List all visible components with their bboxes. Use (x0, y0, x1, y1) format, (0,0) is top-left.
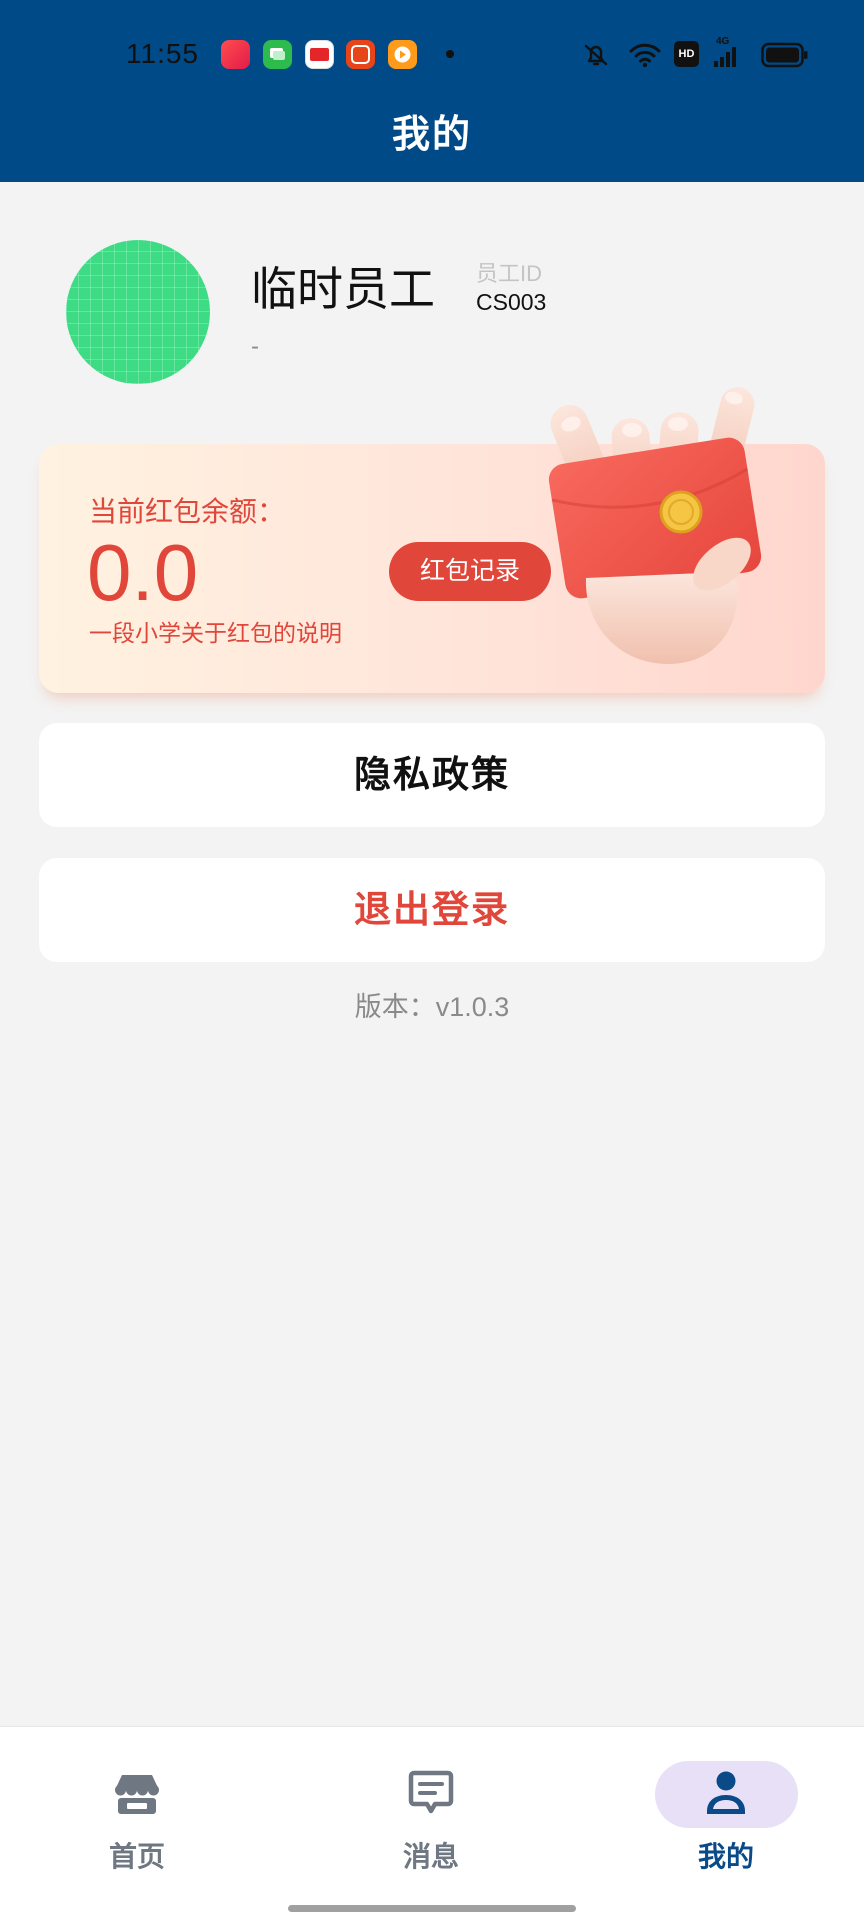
employee-id-value: CS003 (476, 289, 547, 315)
news-app-icon (305, 40, 334, 69)
nav-home-label[interactable]: 首页 (57, 1838, 217, 1876)
red-packet-balance-label: 当前红包余额： (89, 496, 286, 527)
signal-icon (714, 47, 736, 67)
person-icon[interactable] (698, 1765, 754, 1821)
nav-profile-label[interactable]: 我的 (646, 1838, 806, 1876)
battery-icon (761, 42, 808, 68)
shopping-app-icon (221, 40, 250, 69)
home-indicator[interactable] (288, 1905, 576, 1912)
hand-holding-red-packet-illustration (548, 387, 762, 664)
hd-icon: HD (674, 41, 699, 67)
store-icon[interactable] (109, 1765, 165, 1821)
page-title: 我的 (391, 114, 472, 156)
video-app-icon (388, 40, 417, 69)
status-time: 11:55 (126, 38, 199, 69)
red-packet-records-button[interactable]: 红包记录 (389, 542, 551, 601)
logout-button[interactable]: 退出登录 (39, 858, 825, 962)
wifi-icon (629, 43, 661, 68)
version-text: 版本：v1.0.3 (354, 992, 510, 1022)
privacy-policy-button[interactable]: 隐私政策 (39, 723, 825, 827)
chat-app-icon (263, 40, 292, 69)
message-icon[interactable] (403, 1765, 459, 1821)
user-name: 临时员工 (251, 263, 435, 315)
avatar[interactable] (66, 240, 210, 384)
red-packet-balance-amount: 0.0 (87, 528, 199, 617)
taobao-app-icon (346, 40, 375, 69)
mute-bell-icon (584, 44, 608, 66)
more-notifications-dot (446, 50, 454, 58)
user-subtitle: - (251, 333, 259, 360)
employee-id-label: 员工ID (476, 261, 543, 286)
nav-messages-label[interactable]: 消息 (351, 1838, 511, 1876)
red-packet-description: 一段小学关于红包的说明 (89, 620, 342, 646)
